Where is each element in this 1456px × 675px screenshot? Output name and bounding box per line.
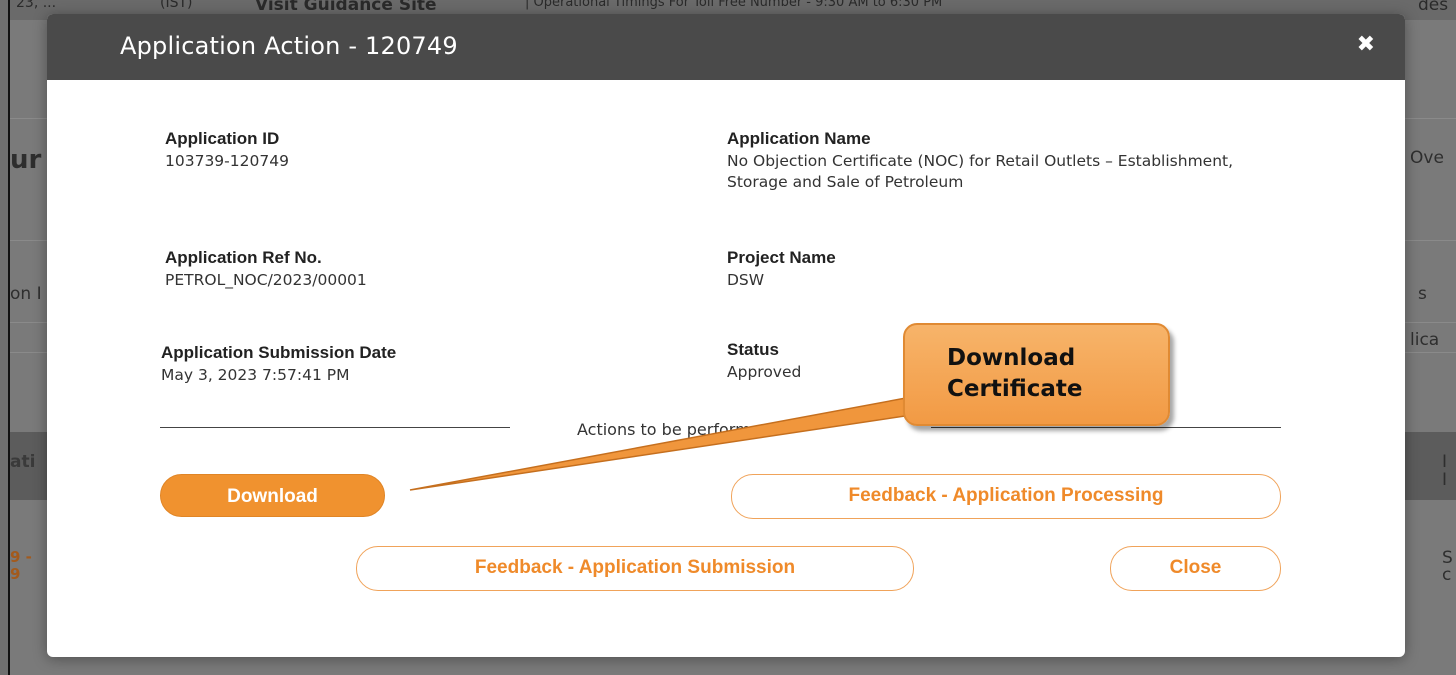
- field-value: May 3, 2023 7:57:41 PM: [161, 366, 350, 384]
- field-label: Application ID: [165, 129, 280, 148]
- bg-tz-fragment: (IST): [160, 0, 193, 11]
- close-button[interactable]: Close: [1110, 546, 1281, 591]
- download-button[interactable]: Download: [160, 474, 385, 517]
- bg-right-fragment: lica: [1410, 330, 1440, 350]
- actions-divider-right: [931, 427, 1281, 428]
- field-project-name: Project Name DSW: [727, 248, 836, 291]
- actions-divider-left: [160, 427, 510, 428]
- field-value: Approved: [727, 363, 802, 381]
- field-value: DSW: [727, 271, 765, 289]
- callout-line-1: Download: [947, 345, 1076, 371]
- field-label: Status: [727, 340, 779, 359]
- callout-line-2: Certificate: [947, 376, 1083, 402]
- field-submission-date: Application Submission Date May 3, 2023 …: [161, 343, 396, 386]
- bg-right-fragment: c: [1442, 565, 1452, 585]
- bg-left-fragment: on I: [10, 284, 42, 304]
- bg-left-fragment: ati: [10, 452, 36, 472]
- bg-right-fragment: Ove: [1410, 148, 1444, 168]
- actions-label: Actions to be performed: [577, 420, 771, 439]
- field-application-name: Application Name No Objection Certificat…: [727, 129, 1287, 193]
- feedback-processing-button[interactable]: Feedback - Application Processing: [731, 474, 1281, 519]
- field-value: No Objection Certificate (NOC) for Retai…: [727, 152, 1234, 191]
- bg-right-fragment: s: [1418, 284, 1427, 304]
- field-status: Status Approved: [727, 340, 801, 383]
- feedback-submission-button[interactable]: Feedback - Application Submission: [356, 546, 914, 591]
- field-application-id: Application ID 103739-120749: [165, 129, 289, 172]
- bg-left-fragment: ur: [10, 145, 42, 175]
- bg-date-fragment: 23, ...: [16, 0, 57, 11]
- bg-right-fragment: des: [1418, 0, 1449, 15]
- modal-header: Application Action - 120749 ✖: [47, 14, 1405, 80]
- field-label: Project Name: [727, 248, 836, 267]
- field-label: Application Name: [727, 129, 871, 148]
- close-icon[interactable]: ✖: [1357, 32, 1375, 58]
- bg-left-fragment: 9 -: [10, 548, 32, 566]
- field-application-ref-no: Application Ref No. PETROL_NOC/2023/0000…: [165, 248, 367, 291]
- callout-text: Download Certificate: [947, 343, 1083, 405]
- field-value: 103739-120749: [165, 152, 289, 170]
- bg-guidance-link: Visit Guidance Site: [255, 0, 437, 15]
- application-action-modal: Application Action - 120749 ✖ Applicatio…: [47, 14, 1405, 657]
- field-label: Application Ref No.: [165, 248, 322, 267]
- modal-title: Application Action - 120749: [120, 32, 458, 60]
- field-label: Application Submission Date: [161, 343, 397, 362]
- download-certificate-callout: Download Certificate: [903, 323, 1170, 426]
- bg-right-fragment: I: [1442, 452, 1448, 472]
- bg-timings: | Operational Timings For Toll Free Numb…: [525, 0, 943, 10]
- bg-left-fragment: 9: [10, 565, 21, 583]
- bg-right-fragment: I: [1442, 470, 1448, 490]
- field-value: PETROL_NOC/2023/00001: [165, 271, 367, 289]
